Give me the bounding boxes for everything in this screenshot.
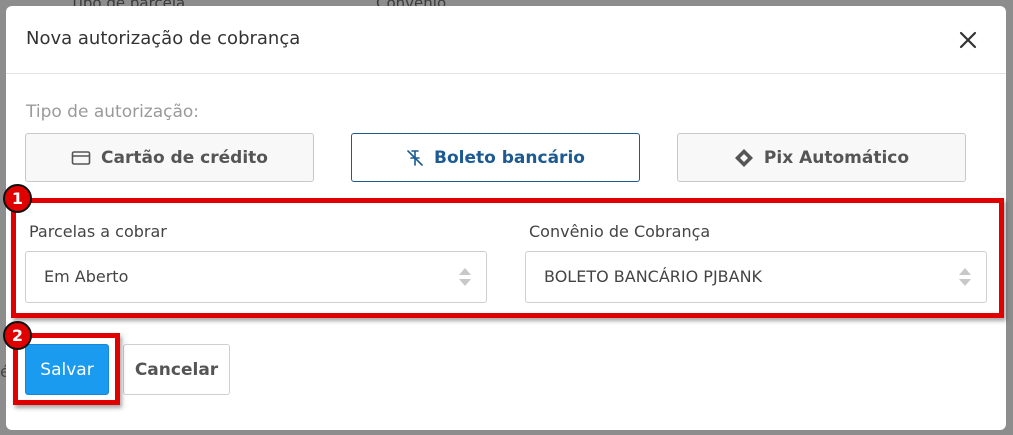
auth-option-label: Cartão de crédito: [101, 147, 268, 168]
authorization-type-label: Tipo de autorização:: [26, 102, 200, 122]
step-badge: 2: [3, 321, 32, 350]
close-button[interactable]: [956, 28, 980, 52]
highlight-box-fields: [11, 198, 1004, 318]
credit-card-icon: [71, 150, 91, 165]
step-badge: 1: [3, 184, 32, 213]
modal-title: Nova autorização de cobrança: [26, 28, 301, 49]
auth-option-label: Pix Automático: [763, 147, 910, 168]
auth-option-boleto[interactable]: Boleto bancário: [351, 133, 640, 182]
auth-option-label: Boleto bancário: [434, 147, 585, 168]
cancel-button[interactable]: Cancelar: [123, 344, 230, 395]
auth-option-pix[interactable]: Pix Automático: [677, 133, 966, 182]
auth-option-credit-card[interactable]: Cartão de crédito: [25, 133, 314, 182]
pin-off-icon: [407, 149, 423, 166]
modal-header: Nova autorização de cobrança: [6, 6, 1006, 74]
close-icon: [959, 31, 977, 49]
pix-icon: [734, 148, 753, 167]
